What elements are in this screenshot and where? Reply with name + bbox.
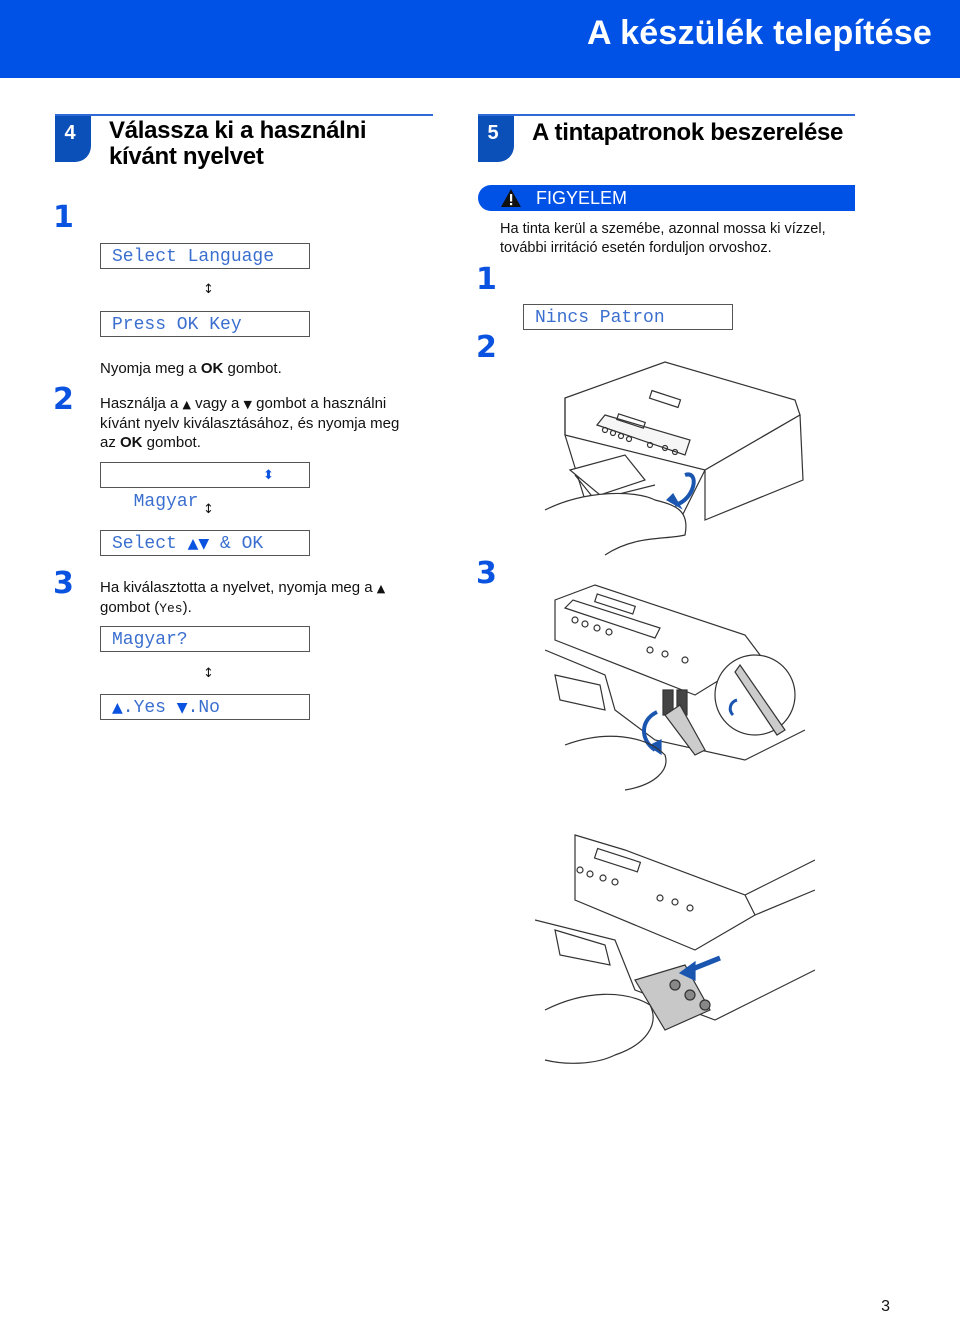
substep-number: 2	[53, 382, 74, 417]
step-number-tab: 5	[478, 116, 514, 162]
lcd-display: ▲.Yes ▼.No	[100, 694, 310, 720]
substep-number: 3	[53, 566, 74, 601]
step-number-tab: 4	[55, 116, 91, 162]
warning-label: FIGYELEM	[536, 188, 628, 208]
step-title-line2: kívánt nyelvet	[109, 143, 264, 170]
instruction-text: Nyomja meg a OK gombot.	[100, 360, 282, 377]
toggle-arrow-icon: ↕	[203, 502, 214, 517]
header-rule	[55, 114, 433, 116]
printer-open-cover-illustration	[544, 361, 804, 556]
lcd-display: Select Language	[100, 243, 310, 269]
warning-banner: FIGYELEM	[478, 185, 855, 211]
step-4-header: 4 Válassza ki a használni kívánt nyelvet	[55, 114, 433, 174]
up-arrow-icon: ▲	[376, 582, 386, 595]
down-arrow-icon: ▼	[243, 398, 253, 411]
instruction-text: Ha kiválasztotta a nyelvet, nyomja meg a…	[100, 579, 386, 616]
up-arrow-icon: ▲	[182, 398, 192, 411]
toggle-arrow-icon: ↕	[203, 282, 214, 297]
instruction-text: Használja a ▲ vagy a ▼ gombot a használn…	[100, 395, 400, 451]
header-rule	[478, 114, 855, 116]
step-number: 5	[487, 122, 499, 144]
toggle-arrow-icon: ↕	[203, 666, 214, 681]
page-number: 3	[881, 1298, 890, 1315]
page-title: A készülék telepítése	[587, 14, 932, 52]
up-arrow-icon: ▲	[112, 700, 123, 716]
substep-number: 1	[53, 200, 74, 235]
remove-protective-part-illustration	[535, 834, 815, 1064]
lcd-display: Select ▲▼ & OK	[100, 530, 310, 556]
header-band: A készülék telepítése	[0, 0, 960, 78]
substep-number: 1	[476, 262, 497, 297]
step-title-line1: Válassza ki a használni	[109, 117, 367, 144]
substep-number: 2	[476, 330, 497, 365]
warning-icon	[501, 189, 521, 207]
step-title: A tintapatronok beszerelése	[532, 119, 844, 146]
release-lever-illustration	[545, 584, 805, 791]
step-number: 4	[64, 122, 76, 144]
up-down-icon: ⬍	[263, 468, 274, 483]
lcd-display: Nincs Patron	[523, 304, 733, 330]
substep-number: 3	[476, 556, 497, 591]
up-down-arrows-icon: ▲▼	[187, 536, 210, 552]
lcd-display: Press OK Key	[100, 311, 310, 337]
down-arrow-icon: ▼	[176, 700, 188, 716]
lcd-display: Magyar?	[100, 626, 310, 652]
lcd-display: Magyar ⬍	[100, 462, 310, 512]
warning-text: Ha tinta kerül a szemébe, azonnal mossa …	[500, 221, 826, 256]
step-5-header: 5 A tintapatronok beszerelése	[478, 114, 855, 174]
step-title: Válassza ki a használni kívánt nyelvet	[109, 117, 367, 170]
